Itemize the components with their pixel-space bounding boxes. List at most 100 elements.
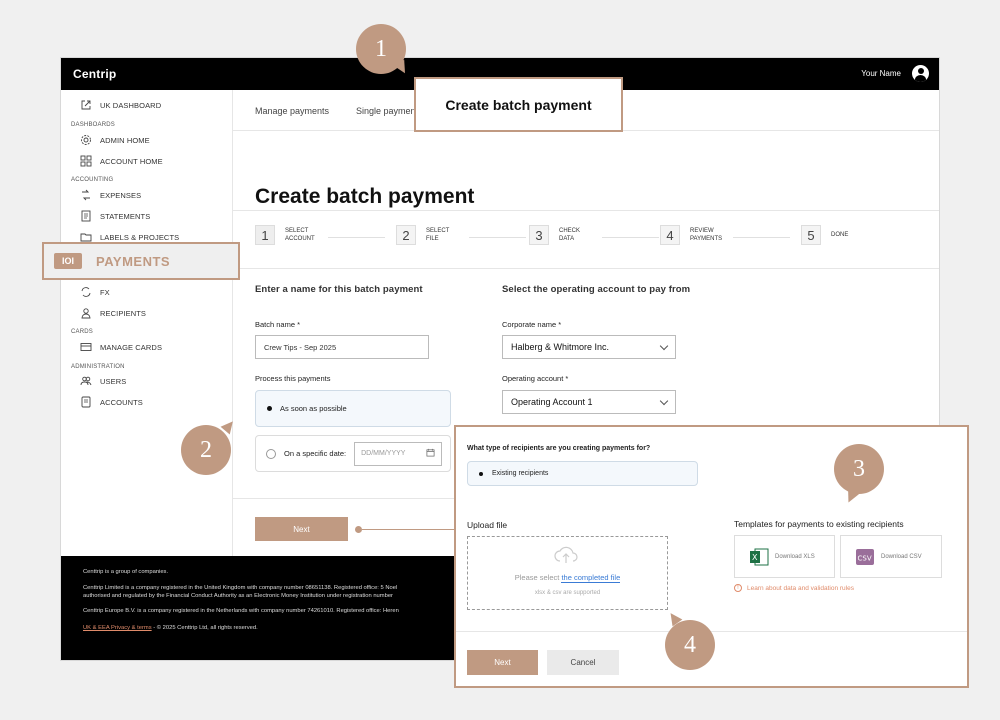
asap-option[interactable]: As soon as possible [255, 390, 451, 427]
tab-create-batch-callout[interactable]: Create batch payment [414, 77, 623, 132]
avatar-icon[interactable] [912, 65, 929, 82]
sidebar-item-payments[interactable]: IOI PAYMENTS [42, 242, 240, 280]
sidebar-item-label: FX [100, 287, 110, 297]
radio-selected [478, 471, 484, 477]
sidebar: UK DASHBOARD DASHBOARDS ADMIN HOME ACCOU… [61, 90, 233, 556]
sidebar-section-dashboards: DASHBOARDS [71, 122, 116, 128]
privacy-link[interactable]: UK & EEA Privacy & terms [83, 625, 152, 631]
excel-icon: X [749, 548, 769, 566]
step-label: SELECT ACCOUNT [285, 228, 315, 242]
sidebar-section-administration: ADMINISTRATION [71, 364, 125, 370]
page-title: Create batch payment [255, 185, 475, 208]
operating-account-select[interactable]: Operating Account 1 [502, 390, 676, 414]
step-badge-3: 3 [834, 444, 884, 494]
divider [233, 210, 939, 211]
sidebar-item-account-home[interactable]: ACCOUNT HOME [79, 153, 163, 169]
footer-legal: UK & EEA Privacy & terms - © 2025 Centtr… [83, 625, 258, 631]
step-number: 4 [660, 225, 680, 245]
step-1: 1 SELECT ACCOUNT [255, 225, 325, 245]
batch-name-input[interactable]: Crew Tips - Sep 2025 [255, 335, 429, 359]
step-connector [602, 237, 659, 238]
sidebar-item-label: ADMIN HOME [100, 135, 150, 145]
user-name[interactable]: Your Name [861, 69, 901, 78]
sidebar-item-label: LABELS & PROJECTS [100, 232, 180, 242]
step-label: SELECT FILE [426, 228, 450, 242]
operating-account-label: Operating account * [502, 374, 569, 383]
sidebar-item-label: PAYMENTS [96, 253, 171, 269]
batch-name-section-title: Enter a name for this batch payment [255, 284, 423, 295]
sidebar-item-fx[interactable]: FX [79, 284, 110, 300]
process-label: Process this payments [255, 374, 331, 383]
tab-manage-payments[interactable]: Manage payments [255, 106, 329, 116]
batch-name-label: Batch name * [255, 320, 301, 329]
info-icon: ! [734, 584, 742, 592]
footer-text: authorised and regulated by the Financia… [83, 593, 393, 599]
users-icon [79, 375, 92, 387]
upload-icon [553, 545, 579, 570]
svg-text:CSV: CSV [858, 554, 872, 562]
sidebar-item-recipients[interactable]: RECIPIENTS [79, 305, 146, 321]
sidebar-section-accounting: ACCOUNTING [71, 177, 114, 183]
asap-label: As soon as possible [280, 404, 347, 413]
sidebar-item-expenses[interactable]: EXPENSES [79, 187, 141, 203]
sidebar-item-statements[interactable]: STATEMENTS [79, 208, 150, 224]
sidebar-item-users[interactable]: USERS [79, 373, 126, 389]
file-dropzone[interactable]: Please select the completed file xlsx & … [467, 536, 668, 610]
step-2: 2 SELECT FILE [396, 225, 466, 245]
tab-create-batch: Create batch payment [445, 96, 592, 113]
step-4: 4 REVIEW PAYMENTS [660, 225, 730, 245]
sidebar-item-label: ACCOUNTS [100, 397, 143, 407]
step-badge-2: 2 [181, 425, 231, 475]
panel-next-button[interactable]: Next [467, 650, 538, 675]
grid-icon [79, 155, 92, 167]
chevron-down-icon [659, 396, 669, 405]
calendar-icon [426, 448, 435, 459]
panel-cancel-button[interactable]: Cancel [547, 650, 619, 675]
corporate-name-select[interactable]: Halberg & Whitmore Inc. [502, 335, 676, 359]
step-badge-4: 4 [665, 620, 715, 670]
account-section-title: Select the operating account to pay from [502, 284, 691, 295]
step-label: DONE [831, 232, 849, 238]
sidebar-item-label: STATEMENTS [100, 211, 151, 221]
chevron-down-icon [659, 341, 669, 350]
connector-line [362, 529, 456, 530]
divider [233, 268, 939, 269]
gear-icon [79, 134, 92, 146]
external-link-icon [79, 99, 92, 111]
step-number: 3 [529, 225, 549, 245]
specific-date-option[interactable]: On a specific date: DD/MM/YYYY [255, 435, 451, 472]
card-icon [79, 341, 92, 353]
next-button[interactable]: Next [255, 517, 348, 541]
sidebar-section-cards: CARDS [71, 329, 94, 335]
sidebar-item-label: RECIPIENTS [100, 308, 147, 318]
upload-prompt: Please select the completed file [514, 573, 621, 583]
sidebar-item-label: UK DASHBOARD [100, 100, 162, 110]
tab-single-payment[interactable]: Single paymen [356, 106, 416, 116]
footer-text: Centtrip Limited is a company registered… [83, 585, 398, 591]
upload-file-label: Upload file [467, 520, 508, 530]
step-5: 5 DONE [801, 225, 871, 245]
connector-dot [355, 526, 362, 533]
existing-recipients-label: Existing recipients [492, 470, 549, 477]
footer-text: Centtrip Europe B.V. is a company regist… [83, 608, 399, 614]
validation-rules-link[interactable]: ! Learn about data and validation rules [734, 584, 854, 592]
download-xls-button[interactable]: X Download XLS [734, 535, 835, 578]
upload-hint: xlsx & csv are supported [534, 590, 601, 596]
existing-recipients-option[interactable]: Existing recipients [467, 461, 698, 486]
sidebar-item-admin-home[interactable]: ADMIN HOME [79, 132, 150, 148]
radio-unselected [266, 448, 276, 459]
accounts-icon [79, 396, 92, 408]
step-3: 3 CHECK DATA [529, 225, 599, 245]
sidebar-item-label: USERS [100, 376, 127, 386]
sidebar-item-manage-cards[interactable]: MANAGE CARDS [79, 339, 162, 355]
sidebar-item-uk-dashboard[interactable]: UK DASHBOARD [79, 97, 161, 113]
download-csv-button[interactable]: CSV Download CSV [840, 535, 942, 578]
payments-icon: IOI [54, 253, 82, 269]
select-file-link[interactable]: the completed file [561, 573, 621, 583]
brand-logo: Centrip [73, 67, 117, 81]
sidebar-item-accounts[interactable]: ACCOUNTS [79, 394, 143, 410]
sidebar-item-label: MANAGE CARDS [100, 342, 163, 352]
date-input[interactable]: DD/MM/YYYY [354, 441, 443, 466]
step-label: CHECK DATA [559, 228, 581, 242]
corporate-name-label: Corporate name * [502, 320, 562, 329]
